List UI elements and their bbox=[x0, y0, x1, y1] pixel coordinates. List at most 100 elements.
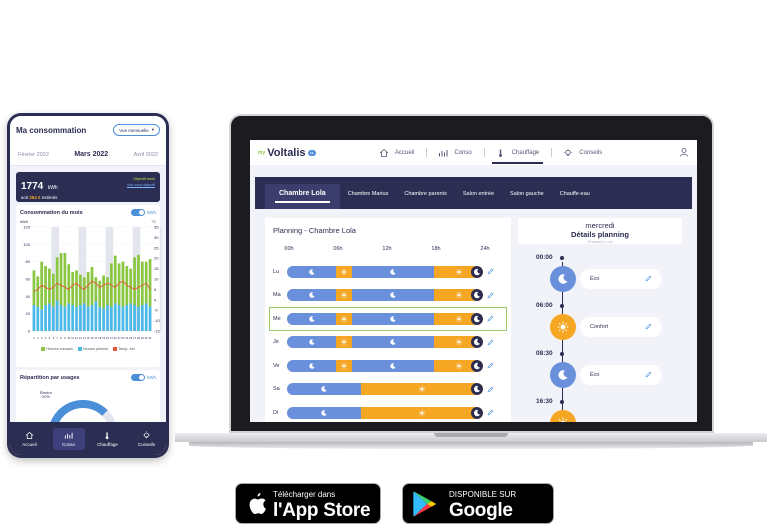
segment-eco[interactable] bbox=[287, 312, 336, 325]
segment-comfort[interactable] bbox=[360, 383, 483, 396]
toggle-switch[interactable] bbox=[131, 209, 145, 216]
schedule-bar[interactable] bbox=[287, 289, 483, 302]
bar-heures-creuses bbox=[90, 266, 94, 305]
segment-eco[interactable] bbox=[352, 312, 434, 325]
nav-chauffage[interactable]: Chauffage bbox=[483, 140, 552, 165]
view-select[interactable]: Vue mensuelle ▾ bbox=[113, 124, 160, 136]
day-row-di[interactable]: Di bbox=[273, 405, 503, 421]
segment-comfort[interactable] bbox=[336, 289, 353, 302]
nav-accueil[interactable]: Accueil bbox=[14, 431, 46, 447]
elec-pct: ~20% bbox=[40, 395, 50, 399]
toggle-switch[interactable] bbox=[131, 374, 145, 381]
edit-icon[interactable] bbox=[645, 371, 652, 378]
schedule-bar[interactable] bbox=[287, 265, 483, 278]
slot-mode-pill[interactable]: Éco bbox=[580, 269, 662, 289]
objective-link[interactable]: Voir mon objectif bbox=[127, 182, 155, 188]
nav-conseils[interactable]: Conseils bbox=[131, 430, 163, 447]
y-right-tick: 10 bbox=[154, 277, 159, 282]
day-row-sa[interactable]: Sa bbox=[273, 382, 503, 398]
segment-comfort[interactable] bbox=[360, 406, 483, 419]
segment-eco[interactable] bbox=[352, 289, 434, 302]
moon-icon bbox=[390, 362, 396, 369]
nav-chauffage[interactable]: Chauffage bbox=[92, 431, 124, 447]
y-left-tick: 60 bbox=[26, 277, 31, 282]
edit-icon[interactable] bbox=[645, 323, 652, 330]
user-icon[interactable] bbox=[679, 147, 689, 157]
day-row-ve[interactable]: Ve bbox=[273, 358, 503, 374]
schedule-bar[interactable] bbox=[287, 359, 483, 372]
nav-conseils[interactable]: Conseils bbox=[551, 140, 614, 165]
x-tick: 8 bbox=[60, 336, 62, 340]
bar-heures-pleines bbox=[148, 306, 152, 331]
month-next[interactable]: Avril 2022 bbox=[134, 152, 158, 158]
edit-icon[interactable] bbox=[487, 339, 494, 346]
slot-mode-pill[interactable]: Éco bbox=[580, 365, 662, 385]
schedule-bar[interactable] bbox=[287, 336, 483, 349]
schedule-bar[interactable] bbox=[287, 406, 483, 419]
day-row-je[interactable]: Je bbox=[273, 335, 503, 351]
edit-icon[interactable] bbox=[487, 386, 494, 393]
google-play-icon bbox=[413, 491, 437, 517]
moon-icon bbox=[390, 315, 396, 322]
day-label: Ve bbox=[273, 362, 280, 369]
moon-icon bbox=[473, 409, 481, 416]
segment-comfort[interactable] bbox=[336, 359, 353, 372]
segment-eco[interactable] bbox=[287, 383, 361, 396]
segment-eco[interactable] bbox=[287, 336, 336, 349]
tab-salon-gauche[interactable]: Salon gauche bbox=[502, 191, 552, 209]
app-store-badge[interactable]: Télécharger dans l'App Store bbox=[235, 483, 381, 524]
segment-eco[interactable] bbox=[287, 406, 361, 419]
day-row-ma[interactable]: Ma bbox=[273, 288, 503, 304]
x-tick: 11 bbox=[71, 336, 74, 340]
segment-eco[interactable] bbox=[287, 265, 336, 278]
kpi-cost-line: soit 354 € estimés bbox=[21, 195, 58, 200]
nav-conso[interactable]: Conso bbox=[52, 427, 85, 450]
planning-card: Planning - Chambre Lola 00h 06h 12h 18h 24h … bbox=[265, 218, 511, 422]
segment-eco[interactable] bbox=[287, 289, 336, 302]
bar-heures-creuses bbox=[98, 280, 102, 307]
segment-comfort[interactable] bbox=[336, 312, 353, 325]
tab-chambre-lola[interactable]: Chambre Lola bbox=[265, 184, 340, 209]
edit-icon[interactable] bbox=[487, 315, 494, 322]
schedule-bar[interactable] bbox=[287, 312, 483, 325]
weekend-band bbox=[159, 227, 162, 331]
edit-icon[interactable] bbox=[487, 268, 494, 275]
tab-chambre-marius[interactable]: Chambre Marius bbox=[340, 191, 397, 209]
usage-unit-toggle[interactable]: kWh bbox=[131, 374, 156, 381]
segment-eco[interactable] bbox=[352, 336, 434, 349]
segment-eco[interactable] bbox=[287, 359, 336, 372]
sun-icon bbox=[341, 339, 348, 346]
view-select-value: Vue mensuelle bbox=[119, 127, 149, 133]
segment-eco[interactable] bbox=[352, 359, 434, 372]
edit-icon[interactable] bbox=[487, 409, 494, 416]
y-right-tick: -5 bbox=[154, 308, 158, 313]
bar-heures-creuses bbox=[55, 257, 59, 301]
month-current[interactable]: Mars 2022 bbox=[74, 151, 108, 158]
month-prev[interactable]: Février 2022 bbox=[18, 152, 49, 158]
x-tick: 3 bbox=[41, 336, 43, 340]
nav-accueil[interactable]: Accueil bbox=[367, 140, 426, 165]
bar-heures-pleines bbox=[117, 305, 121, 331]
unit-toggle[interactable]: kWh bbox=[131, 209, 156, 216]
edit-icon[interactable] bbox=[487, 362, 494, 369]
y-right-tick: 15 bbox=[154, 266, 159, 271]
sun-icon bbox=[341, 268, 348, 275]
tab-chauffe-eau[interactable]: Chauffe-eau bbox=[552, 191, 598, 209]
edit-icon[interactable] bbox=[645, 275, 652, 282]
slot-time: 08:30 bbox=[536, 350, 553, 357]
slot-mode-pill[interactable]: Confort bbox=[580, 317, 662, 337]
day-row-me[interactable]: Me bbox=[269, 307, 507, 331]
schedule-bar[interactable] bbox=[287, 383, 483, 396]
edit-icon[interactable] bbox=[487, 292, 494, 299]
tab-chambre-parents[interactable]: Chambre parents bbox=[396, 191, 455, 209]
nav-conso[interactable]: Conso bbox=[426, 140, 483, 165]
segment-comfort[interactable] bbox=[336, 336, 353, 349]
elec-label: Électro ~20% bbox=[40, 391, 52, 399]
segment-eco[interactable] bbox=[352, 265, 434, 278]
google-play-badge[interactable]: DISPONIBLE SUR Google Play bbox=[402, 483, 554, 524]
bar-heures-creuses bbox=[133, 257, 136, 305]
voltalis-logo[interactable]: my Voltalis ●● bbox=[258, 147, 316, 159]
day-row-lu[interactable]: Lu bbox=[273, 264, 503, 280]
tab-salon-entree[interactable]: Salon entrée bbox=[455, 191, 502, 209]
segment-comfort[interactable] bbox=[336, 265, 353, 278]
